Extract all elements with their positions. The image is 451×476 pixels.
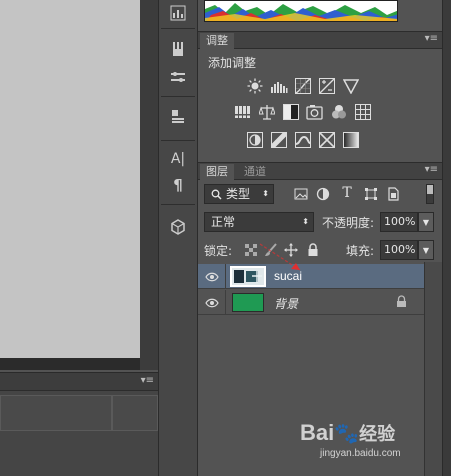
visibility-eye-icon[interactable] [198, 264, 226, 289]
opacity-input[interactable]: 100% [380, 212, 418, 232]
layer-filter-select[interactable]: 类型 ⬍ [204, 184, 274, 204]
adjustments-title: 添加调整 [208, 56, 257, 70]
tab-channels[interactable]: 通道 [238, 164, 272, 180]
paw-icon: 🐾 [334, 423, 360, 445]
paragraph-panel-icon[interactable]: ¶ [165, 172, 191, 198]
watermark-url: jingyan.baidu.com [320, 448, 401, 459]
filter-toggle-switch[interactable] [426, 184, 434, 204]
panel-icon-strip: A| ¶ [158, 0, 198, 476]
document-canvas[interactable] [0, 0, 140, 358]
layer-lock-icon [396, 295, 407, 311]
color-balance-icon[interactable] [258, 104, 276, 120]
visibility-eye-icon[interactable] [198, 290, 226, 315]
divider [161, 204, 195, 205]
bottom-panel: ▾≡ [0, 372, 158, 476]
brush-presets-icon[interactable] [165, 36, 191, 62]
watermark-brand: Bai [300, 420, 335, 445]
color-lookup-icon[interactable] [354, 104, 372, 120]
canvas-area[interactable] [0, 0, 158, 370]
histogram-display [204, 0, 398, 22]
panel-menu-icon[interactable]: ▾≡ [141, 375, 154, 386]
character-panel-icon[interactable]: A| [165, 146, 191, 172]
blend-mode-value: 正常 [211, 215, 236, 229]
curves-icon[interactable] [294, 78, 312, 94]
divider [161, 140, 195, 141]
adjustments-panel-header: 调整 ▾≡ [198, 31, 442, 49]
watermark-suffix: 经验 [359, 424, 396, 445]
chevron-updown-icon: ⬍ [302, 217, 309, 226]
opacity-dropdown-button[interactable]: ▼ [418, 212, 434, 232]
fill-input[interactable]: 100% [380, 240, 418, 260]
blend-mode-select[interactable]: 正常 ⬍ [204, 212, 314, 232]
bottom-panel-cell [112, 395, 158, 431]
fill-value: 100% [384, 243, 416, 256]
hue-saturation-icon[interactable] [234, 104, 252, 120]
layer-name[interactable]: 背景 [274, 295, 298, 312]
filter-adjustment-layer-icon[interactable] [314, 186, 332, 202]
tab-adjustments[interactable]: 调整 [200, 33, 234, 49]
canvas-vertical-scrollbar[interactable] [140, 0, 158, 370]
gradient-map-icon[interactable] [342, 132, 360, 148]
bottom-panel-cell [0, 395, 112, 431]
3d-panel-icon[interactable] [165, 214, 191, 240]
layer-row-background[interactable]: 背景 [198, 290, 424, 315]
bottom-panel-header: ▾≡ [0, 373, 158, 391]
divider [161, 28, 195, 29]
filter-type-layer-icon[interactable]: T [338, 185, 356, 201]
fill-label: 填充: [346, 244, 375, 258]
filter-smart-object-icon[interactable] [384, 186, 402, 202]
chevron-updown-icon: ⬍ [262, 189, 269, 198]
invert-icon[interactable] [246, 132, 264, 148]
threshold-icon[interactable] [294, 132, 312, 148]
search-icon [211, 189, 222, 200]
filter-pixel-layer-icon[interactable] [292, 186, 310, 202]
selective-color-icon[interactable] [318, 132, 336, 148]
layer-filter-label: 类型 [226, 187, 251, 201]
fill-dropdown-button[interactable]: ▼ [418, 240, 434, 260]
right-panels: 调整 ▾≡ 添加调整 图层 通道 ▾≡ 类型 ⬍ T 正常 ⬍ 不透明度: 10… [198, 0, 442, 476]
brush-panel-icon[interactable] [165, 64, 191, 90]
brightness-contrast-icon[interactable] [246, 78, 264, 94]
opacity-label: 不透明度: [322, 216, 375, 230]
layer-row-sucai[interactable]: sucai [198, 243, 424, 289]
clone-source-icon[interactable] [165, 104, 191, 130]
photo-filter-icon[interactable] [306, 104, 324, 120]
layers-vertical-scrollbar[interactable] [424, 262, 442, 476]
black-white-icon[interactable] [282, 104, 300, 120]
panel-menu-icon[interactable]: ▾≡ [425, 164, 438, 175]
exposure-icon[interactable] [318, 78, 336, 94]
histogram-panel-icon[interactable] [165, 0, 191, 26]
levels-icon[interactable] [270, 78, 288, 94]
posterize-icon[interactable] [270, 132, 288, 148]
divider [161, 96, 195, 97]
tab-layers[interactable]: 图层 [200, 164, 234, 180]
layer-thumbnail-background[interactable] [232, 293, 264, 312]
filter-shape-layer-icon[interactable] [362, 186, 380, 202]
channel-mixer-icon[interactable] [330, 104, 348, 120]
opacity-value: 100% [384, 215, 416, 228]
layers-panel-header: 图层 通道 ▾≡ [198, 162, 442, 180]
lock-label: 锁定: [204, 244, 233, 258]
vibrance-icon[interactable] [342, 78, 360, 94]
cursor-arrow-annotation [259, 243, 301, 271]
panel-menu-icon[interactable]: ▾≡ [425, 33, 438, 44]
baidu-jingyan-watermark: Bai 🐾 经验 jingyan.baidu.com [300, 420, 401, 459]
right-edge-panel [442, 0, 451, 476]
